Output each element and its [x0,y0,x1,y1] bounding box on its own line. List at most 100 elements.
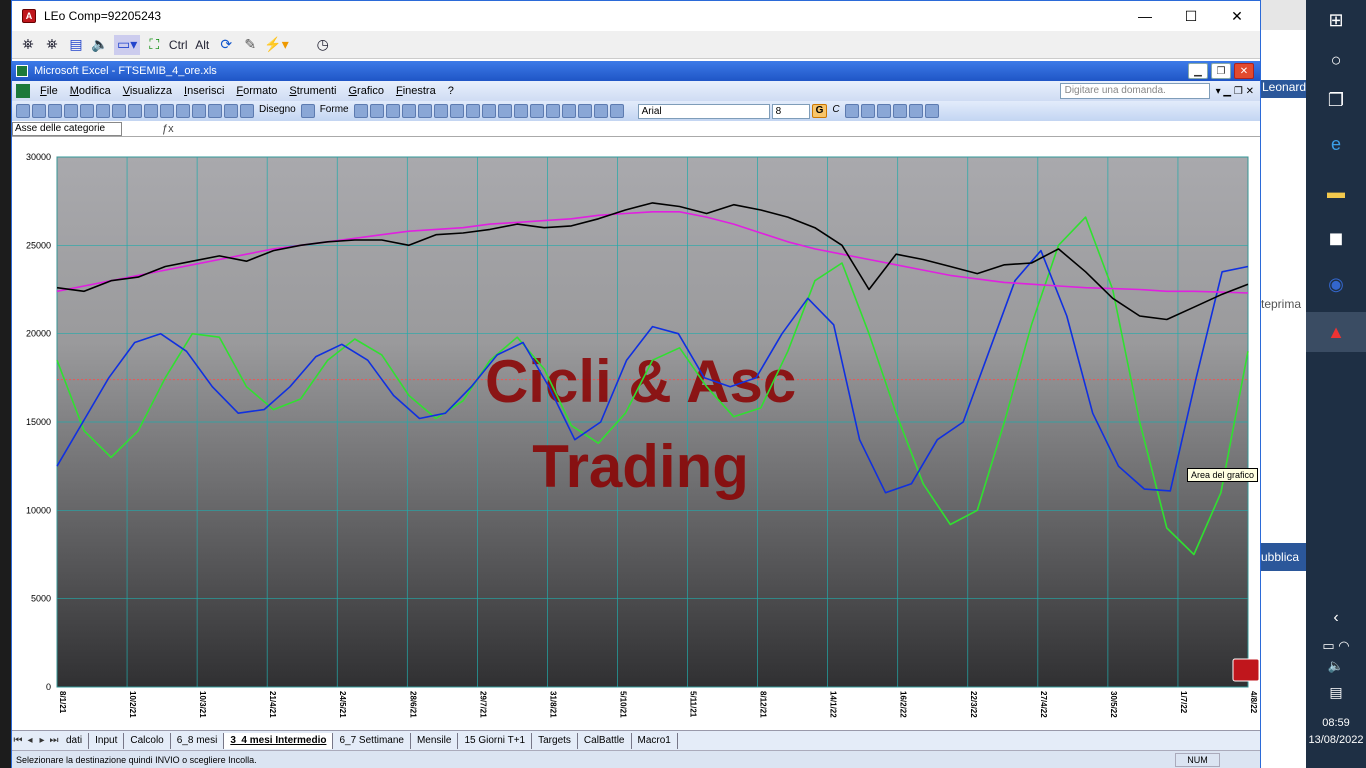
select-arrow-icon[interactable] [300,104,315,118]
save-icon[interactable] [48,104,62,118]
borders-icon[interactable] [892,104,907,118]
menu-file[interactable]: File [34,85,64,97]
menu-help[interactable]: ? [442,85,460,97]
task-view-icon[interactable]: ❐ [1306,80,1366,120]
3d-icon[interactable] [609,104,624,118]
background-publish-button[interactable]: ubblica [1261,543,1306,571]
first-sheet-icon[interactable]: ⏮ [12,735,24,746]
undo-icon[interactable] [176,104,190,118]
italic-button[interactable]: C [829,104,842,118]
last-sheet-icon[interactable]: ⏭ [48,735,60,746]
menu-inserisci[interactable]: Inserisci [178,85,230,97]
refresh-icon[interactable]: ⟳ [216,35,236,55]
oval-icon[interactable] [401,104,416,118]
textbox-icon[interactable] [417,104,432,118]
new-icon[interactable] [16,104,30,118]
tab-macro1[interactable]: Macro1 [632,732,678,749]
menu-close-icon[interactable]: ▾ ▁ ❐ ✕ [1216,86,1254,97]
bold-button[interactable]: G [811,104,828,118]
chart[interactable]: 0 5000 10000 15000 20000 25000 30000 8/1/21 10/2… [12,138,1260,730]
menu-modifica[interactable]: Modifica [64,85,117,97]
sort-icon[interactable] [208,104,222,118]
paste-icon[interactable] [160,104,174,118]
line-color-icon[interactable] [513,104,528,118]
wordart-icon[interactable] [433,104,448,118]
name-box[interactable]: Asse delle categorie [12,121,122,136]
clock-icon[interactable]: ◷ [313,35,333,55]
draw-menu[interactable]: Disegno [256,104,299,118]
diagram-icon[interactable] [449,104,464,118]
dash-style-icon[interactable] [561,104,576,118]
leo-app-icon[interactable]: ▲ [1306,312,1366,352]
arrow-icon[interactable] [369,104,384,118]
tab-6-8-mesi[interactable]: 6_8 mesi [171,732,225,749]
cut-icon[interactable] [128,104,142,118]
font-color-icon[interactable] [529,104,544,118]
picture-icon[interactable] [481,104,496,118]
shadow-icon[interactable] [593,104,608,118]
tab-calcolo[interactable]: Calcolo [124,732,171,749]
pen-icon[interactable]: ✎ [240,35,260,55]
tab-mensile[interactable]: Mensile [411,732,459,749]
open-icon[interactable] [32,104,46,118]
currency-icon[interactable] [860,104,875,118]
permission-icon[interactable] [64,104,78,118]
tab-calbattle[interactable]: CalBattle [578,732,632,749]
binoculars-icon[interactable]: ⛯ [18,35,38,55]
font-name-select[interactable]: Arial [637,103,770,119]
tab-6-7-settimane[interactable]: 6_7 Settimane [333,732,411,749]
fullscreen-icon[interactable]: ⛶ [144,35,164,55]
minimize-button[interactable]: — [1122,1,1168,31]
rectangle-icon[interactable] [385,104,400,118]
edge-legacy-icon[interactable]: e [1306,124,1366,164]
speaker-icon[interactable]: 🔈 [90,35,110,55]
clipart-icon[interactable] [465,104,480,118]
file-explorer-icon[interactable]: ▬ [1306,172,1366,212]
tab-input[interactable]: Input [89,732,125,749]
edge-icon[interactable]: ◉ [1306,264,1366,304]
spelling-icon[interactable] [112,104,126,118]
excel-minimize-button[interactable]: ▁ [1188,63,1208,79]
arrow-style-icon[interactable] [577,104,592,118]
excel-close-button[interactable]: ✕ [1234,63,1254,79]
binoculars-settings-icon[interactable]: ⛯ [42,35,62,55]
line-style-icon[interactable] [545,104,560,118]
ask-question-input[interactable]: Digitare una domanda. [1059,83,1210,99]
menu-finestra[interactable]: Finestra [390,85,442,97]
cortana-icon[interactable]: ○ [1306,40,1366,80]
ctrl-key-button[interactable]: Ctrl [168,35,188,55]
font-size-select[interactable]: 8 [771,103,810,119]
chart-area[interactable]: 0 5000 10000 15000 20000 25000 30000 8/1/21 10/2… [12,138,1260,730]
align-icon[interactable] [844,104,859,118]
preview-icon[interactable] [96,104,110,118]
alt-key-button[interactable]: Alt [192,35,212,55]
close-button[interactable]: ✕ [1214,1,1260,31]
excel-restore-button[interactable]: ❐ [1211,63,1231,79]
decimal-icon[interactable] [876,104,891,118]
menu-formato[interactable]: Formato [230,85,283,97]
help-icon[interactable] [240,104,254,118]
menu-visualizza[interactable]: Visualizza [117,85,178,97]
store-icon[interactable]: ◼ [1306,218,1366,258]
menu-grafico[interactable]: Grafico [342,85,389,97]
document-icon[interactable]: ▤ [66,35,86,55]
tab-15-giorni[interactable]: 15 Giorni T+1 [458,732,533,749]
next-sheet-icon[interactable]: ▸ [36,735,48,746]
fill-color-icon[interactable] [497,104,512,118]
text-color-icon[interactable] [924,104,939,118]
chart-wizard-icon[interactable] [224,104,238,118]
copy-icon[interactable] [144,104,158,118]
sum-icon[interactable] [192,104,206,118]
function-icon[interactable]: ƒx [162,123,174,135]
tab-dati[interactable]: dati [60,732,90,749]
print-icon[interactable] [80,104,94,118]
prev-sheet-icon[interactable]: ◂ [24,735,36,746]
fill-icon[interactable] [908,104,923,118]
notification-icon[interactable]: ▤ [1306,672,1366,712]
monitor-icon[interactable]: ▭▾ [114,34,141,55]
maximize-button[interactable]: ☐ [1168,1,1214,31]
menu-strumenti[interactable]: Strumenti [283,85,342,97]
lightning-icon[interactable]: ⚡▾ [264,35,288,55]
shapes-menu[interactable]: Forme [317,104,352,118]
line-icon[interactable] [353,104,368,118]
